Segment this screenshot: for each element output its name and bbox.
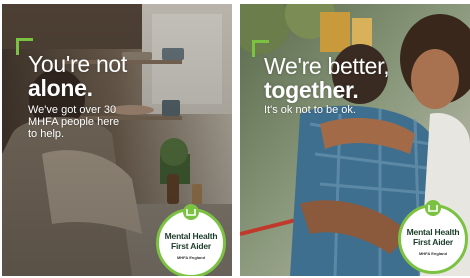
headline: We're better, together. bbox=[264, 53, 390, 103]
subtext: We've got over 30 MHFA people here to he… bbox=[28, 104, 119, 140]
subtext-line-3: to help. bbox=[28, 128, 65, 140]
mhfa-badge: Mental Health First Aider MHFA England bbox=[156, 204, 226, 276]
badge-org: MHFA England bbox=[176, 255, 206, 260]
headline-line-2: alone. bbox=[28, 75, 93, 101]
subtext: It's ok not to be ok. bbox=[264, 104, 356, 116]
badge-title-line-2: First Aider bbox=[171, 240, 211, 251]
badge-org: MHFA England bbox=[418, 251, 448, 256]
badge-title-line-2: First Aider bbox=[413, 236, 453, 247]
headline-line-2: together. bbox=[264, 77, 359, 103]
subtext-line-1: We've got over 30 bbox=[28, 104, 117, 116]
subtext-line-2: MHFA people here bbox=[28, 116, 120, 128]
mhfa-logo-icon bbox=[183, 204, 199, 220]
mhfa-logo-icon bbox=[425, 200, 441, 216]
headline-line-1: You're not bbox=[28, 51, 128, 77]
poster-were-better-together: We're better, together. It's ok not to b… bbox=[240, 4, 470, 276]
badge-title: Mental Health First Aider bbox=[159, 231, 223, 251]
badge-title: Mental Health First Aider bbox=[401, 227, 465, 247]
headline-line-1: We're better, bbox=[264, 53, 390, 79]
poster-youre-not-alone: You're not alone. We've got over 30 MHFA… bbox=[2, 4, 232, 276]
mhfa-badge: Mental Health First Aider MHFA England bbox=[398, 200, 468, 274]
headline: You're not alone. bbox=[28, 52, 127, 100]
